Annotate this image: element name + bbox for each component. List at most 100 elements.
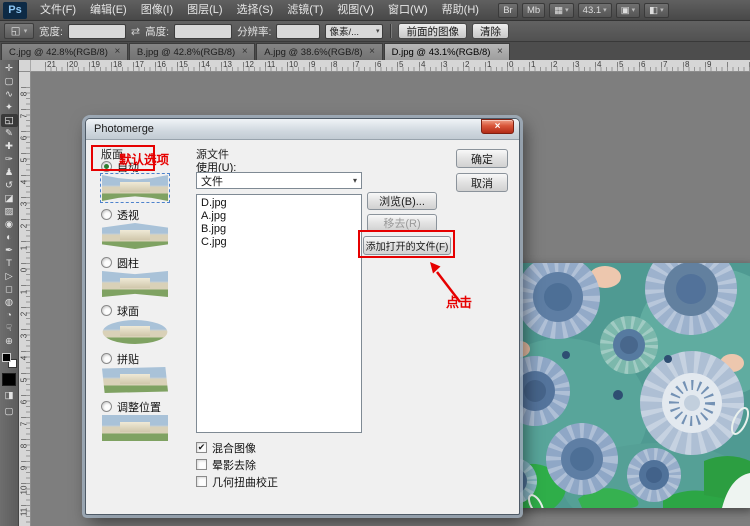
menu-item[interactable]: 滤镜(T)	[280, 0, 330, 21]
tab-close-icon[interactable]: ×	[113, 47, 122, 57]
pen-tool[interactable]: ✒	[1, 244, 18, 257]
layout-option-auto[interactable]: 自动	[101, 159, 185, 174]
layout-option-collage[interactable]: 拼贴	[101, 351, 185, 366]
launch-bridge-button[interactable]: Br	[498, 3, 518, 18]
menu-item[interactable]: 帮助(H)	[435, 0, 486, 21]
quick-selection-tool[interactable]: ✦	[1, 101, 18, 114]
radio-label: 球面	[117, 303, 139, 319]
menu-item[interactable]: 窗口(W)	[381, 0, 435, 21]
rotate-view-tool[interactable]: ◔	[1, 309, 18, 322]
file-list-item[interactable]: A.jpg	[201, 210, 361, 223]
clear-button[interactable]: 清除	[472, 23, 509, 39]
height-input[interactable]	[174, 24, 232, 39]
ruler-number: 4	[20, 353, 30, 364]
dialog-titlebar[interactable]: Photomerge ×	[86, 119, 519, 140]
menu-item[interactable]: 图像(I)	[134, 0, 180, 21]
ruler-minor-ticks	[26, 87, 30, 526]
layout-option-reposition[interactable]: 调整位置	[101, 399, 185, 414]
view-extras-button[interactable]: ▦▾	[549, 3, 574, 18]
layout-option-cylindrical[interactable]: 圆柱	[101, 255, 185, 270]
zoom-level-select[interactable]: 43.1▾	[578, 3, 612, 18]
unit-caret-icon: ▾	[376, 27, 380, 35]
gradient-tool[interactable]: ▨	[1, 205, 18, 218]
ruler-number: 8	[20, 89, 30, 100]
ruler-number: 15	[179, 61, 188, 69]
launch-mini-bridge-button[interactable]: Mb	[522, 3, 545, 18]
foreground-color-large-swatch[interactable]	[2, 373, 16, 386]
menu-item[interactable]: 图层(L)	[180, 0, 229, 21]
vertical-ruler[interactable]: 8765432101234567891011	[19, 72, 31, 526]
type-tool[interactable]: T	[1, 257, 18, 270]
use-select-caret-icon: ▾	[353, 176, 357, 185]
eyedropper-tool[interactable]: ✎	[1, 127, 18, 140]
ruler-number: 7	[20, 419, 30, 430]
ruler-number: 8	[20, 441, 30, 452]
cancel-button[interactable]: 取消	[456, 173, 508, 192]
blend-images-checkbox[interactable]: ✔混合图像	[196, 439, 278, 456]
document-image-sunflowers[interactable]	[508, 263, 750, 508]
geometric-distortion-checkbox[interactable]: 几何扭曲校正	[196, 473, 278, 490]
browse-button[interactable]: 浏览(B)...	[367, 192, 437, 210]
horizontal-ruler[interactable]: 2120191817161514131211109876543210123456…	[19, 60, 750, 72]
tool-preset-button[interactable]: ◱ ▾	[4, 23, 34, 39]
ok-button[interactable]: 确定	[456, 149, 508, 168]
menu-item[interactable]: 文件(F)	[33, 0, 83, 21]
ruler-number: 2	[465, 61, 469, 69]
dodge-tool[interactable]: ◐	[1, 231, 18, 244]
ruler-number: 4	[421, 61, 425, 69]
hand-tool[interactable]: ☟	[1, 322, 18, 335]
layout-option-perspective[interactable]: 透视	[101, 207, 185, 222]
use-select[interactable]: 文件 ▾	[196, 172, 362, 189]
menu-item[interactable]: 选择(S)	[230, 0, 281, 21]
width-input[interactable]	[68, 24, 126, 39]
flower	[600, 316, 658, 374]
resolution-input[interactable]	[276, 24, 320, 39]
options-divider	[390, 24, 391, 38]
3d-rotate-tool[interactable]: ◍	[1, 296, 18, 309]
path-selection-tool[interactable]: ▷	[1, 270, 18, 283]
remove-button: 移去(R)	[367, 214, 437, 232]
screen-mode-button[interactable]: ◧▾	[644, 3, 669, 18]
ruler-number: 6	[377, 61, 381, 69]
quick-mask-button[interactable]: ◨	[1, 389, 18, 402]
file-list-item[interactable]: B.jpg	[201, 223, 361, 236]
document-tab[interactable]: C.jpg @ 42.8%(RGB/8)×	[1, 43, 128, 60]
add-open-files-button[interactable]: 添加打开的文件(F)	[363, 236, 451, 255]
blur-tool[interactable]: ◉	[1, 218, 18, 231]
radio-button	[101, 353, 112, 364]
tab-close-icon[interactable]: ×	[240, 47, 249, 57]
zoom-tool[interactable]: ⊕	[1, 335, 18, 348]
resolution-unit-select[interactable]: 像素/... ▾	[325, 24, 383, 39]
foreground-color-swatch[interactable]	[2, 353, 11, 362]
screen-mode-toggle[interactable]: ▢	[1, 405, 18, 418]
vignette-removal-checkbox[interactable]: 晕影去除	[196, 456, 278, 473]
document-tab[interactable]: B.jpg @ 42.8%(RGB/8)×	[129, 43, 255, 60]
file-list-item[interactable]: D.jpg	[201, 197, 361, 210]
eraser-tool[interactable]: ◪	[1, 192, 18, 205]
crop-tool[interactable]: ◱	[1, 114, 18, 127]
shape-tool[interactable]: ◻	[1, 283, 18, 296]
menu-item[interactable]: 编辑(E)	[83, 0, 134, 21]
tab-close-icon[interactable]: ×	[368, 47, 377, 57]
lasso-tool[interactable]: ∿	[1, 88, 18, 101]
radio-dot	[104, 164, 109, 169]
dialog-close-button[interactable]: ×	[481, 119, 514, 134]
menu-item[interactable]: 视图(V)	[330, 0, 381, 21]
layout-option-spherical[interactable]: 球面	[101, 303, 185, 318]
unit-value: 像素/...	[329, 24, 359, 38]
arrange-documents-button[interactable]: ▣▾	[616, 3, 641, 18]
clone-stamp-tool[interactable]: ♟	[1, 166, 18, 179]
history-brush-tool[interactable]: ↺	[1, 179, 18, 192]
color-swatches[interactable]	[2, 353, 17, 368]
front-image-button[interactable]: 前面的图像	[398, 23, 467, 39]
source-file-list[interactable]: D.jpgA.jpgB.jpgC.jpg	[196, 194, 362, 433]
move-tool[interactable]: ✛	[1, 62, 18, 75]
healing-brush-tool[interactable]: ✚	[1, 140, 18, 153]
brush-tool[interactable]: ✑	[1, 153, 18, 166]
tab-close-icon[interactable]: ×	[495, 47, 504, 57]
marquee-tool[interactable]: ▢	[1, 75, 18, 88]
file-list-item[interactable]: C.jpg	[201, 236, 361, 249]
document-tab[interactable]: D.jpg @ 43.1%(RGB/8)×	[384, 43, 511, 60]
document-tab[interactable]: A.jpg @ 38.6%(RGB/8)×	[256, 43, 382, 60]
swap-dimensions-icon[interactable]: ⇄	[131, 25, 140, 38]
